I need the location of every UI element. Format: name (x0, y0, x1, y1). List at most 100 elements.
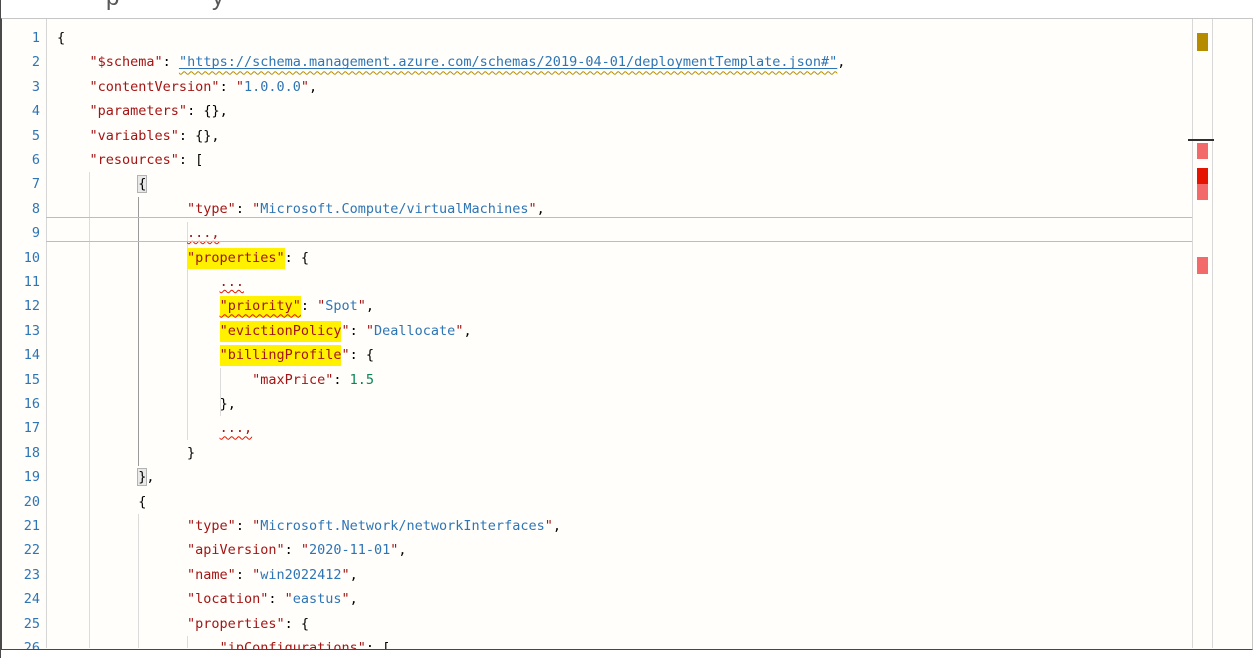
punctuation: : { (285, 250, 309, 266)
code-line[interactable]: 1{ (2, 26, 1252, 50)
code-line[interactable]: 15 "maxPrice": 1.5 (2, 368, 1252, 392)
indent-whitespace (57, 494, 138, 510)
ellipsis-error-token: ..., (187, 225, 220, 241)
code-line[interactable]: 10 "properties": { (2, 246, 1252, 270)
line-number[interactable]: 14 (2, 343, 40, 367)
indent-whitespace (57, 518, 187, 534)
punctuation: , (837, 54, 845, 70)
line-number[interactable]: 26 (2, 636, 40, 650)
line-number[interactable]: 2 (2, 50, 40, 74)
json-key: "apiVersion" (187, 542, 285, 558)
line-content: "ipConfigurations": [ (40, 640, 390, 650)
indent-whitespace (57, 274, 220, 290)
quote: " (285, 591, 293, 607)
code-line[interactable]: 5 "variables": {}, (2, 124, 1252, 148)
code-line[interactable]: 23 "name": "win2022412", (2, 563, 1252, 587)
line-number[interactable]: 11 (2, 270, 40, 294)
error-mark (1197, 184, 1208, 200)
indent-whitespace (57, 347, 220, 363)
line-number[interactable]: 21 (2, 514, 40, 538)
indent-whitespace (57, 469, 138, 485)
punctuation: : (163, 54, 179, 70)
indent-whitespace (57, 201, 187, 217)
code-line[interactable]: 17 ..., (2, 416, 1252, 440)
clipped-glyph-left: p (106, 0, 119, 12)
line-number[interactable]: 16 (2, 392, 40, 416)
line-number[interactable]: 24 (2, 587, 40, 611)
indent-whitespace (57, 591, 187, 607)
code-line[interactable]: 4 "parameters": {}, (2, 99, 1252, 123)
line-number[interactable]: 20 (2, 490, 40, 514)
json-key: " (341, 347, 349, 363)
punctuation: : [ (179, 152, 203, 168)
line-number[interactable]: 4 (2, 99, 40, 123)
code-line[interactable]: 20 { (2, 490, 1252, 514)
code-line[interactable]: 19 }, (2, 465, 1252, 489)
line-number[interactable]: 13 (2, 319, 40, 343)
overview-ruler-scrollbar[interactable] (1192, 19, 1250, 648)
line-content: "priority": "Spot", (40, 298, 374, 314)
punctuation: , (537, 201, 545, 217)
code-line[interactable]: 24 "location": "eastus", (2, 587, 1252, 611)
code-line[interactable]: 7 { (2, 172, 1252, 196)
code-line[interactable]: 21 "type": "Microsoft.Network/networkInt… (2, 514, 1252, 538)
line-number[interactable]: 5 (2, 124, 40, 148)
code-line[interactable]: 6 "resources": [ (2, 148, 1252, 172)
quote: " (252, 201, 260, 217)
indent-whitespace (57, 420, 220, 436)
code-line[interactable]: 13 "evictionPolicy": "Deallocate", (2, 319, 1252, 343)
indent-whitespace (57, 372, 252, 388)
line-content: { (40, 30, 65, 46)
punctuation: , (146, 469, 154, 485)
line-number[interactable]: 3 (2, 75, 40, 99)
code-line[interactable]: 25 "properties": { (2, 612, 1252, 636)
code-line[interactable]: 18 } (2, 441, 1252, 465)
punctuation: : { (350, 347, 374, 363)
code-line[interactable]: 11 ... (2, 270, 1252, 294)
punctuation: : (268, 591, 284, 607)
code-line[interactable]: 2 "$schema": "https://schema.management.… (2, 50, 1252, 74)
code-line[interactable]: 12 "priority": "Spot", (2, 294, 1252, 318)
line-number[interactable]: 22 (2, 538, 40, 562)
line-number[interactable]: 1 (2, 26, 40, 50)
indent-whitespace (57, 640, 220, 650)
json-number-value: 1.5 (350, 372, 374, 388)
code-line[interactable]: 16 }, (2, 392, 1252, 416)
code-line[interactable]: 14 "billingProfile": { (2, 343, 1252, 367)
line-number[interactable]: 9 (2, 221, 40, 245)
clipped-heading-text: p y (0, 0, 1254, 13)
line-number[interactable]: 19 (2, 465, 40, 489)
line-number[interactable]: 8 (2, 197, 40, 221)
indent-whitespace (57, 542, 187, 558)
code-line[interactable]: 3 "contentVersion": "1.0.0.0", (2, 75, 1252, 99)
highlighted-json-key-error: "priority" (220, 296, 301, 317)
line-content: ..., (40, 225, 220, 241)
line-number[interactable]: 7 (2, 172, 40, 196)
code-line[interactable]: 26 "ipConfigurations": [ (2, 636, 1252, 650)
line-content: "evictionPolicy": "Deallocate", (40, 323, 472, 339)
line-content: "type": "Microsoft.Compute/virtualMachin… (40, 201, 545, 217)
line-number[interactable]: 15 (2, 368, 40, 392)
indent-whitespace (57, 79, 90, 95)
line-number[interactable]: 12 (2, 294, 40, 318)
line-content: "apiVersion": "2020-11-01", (40, 542, 407, 558)
line-number[interactable]: 25 (2, 612, 40, 636)
line-number[interactable]: 23 (2, 563, 40, 587)
punctuation: : {}, (179, 128, 220, 144)
code-line[interactable]: 22 "apiVersion": "2020-11-01", (2, 538, 1252, 562)
quote: " (528, 201, 536, 217)
ruler-border (1212, 19, 1213, 648)
line-content: "resources": [ (40, 152, 203, 168)
line-number[interactable]: 6 (2, 148, 40, 172)
indent-whitespace (57, 298, 220, 314)
quote: " (236, 79, 244, 95)
indent-whitespace (57, 225, 187, 241)
line-number[interactable]: 17 (2, 416, 40, 440)
line-content: "properties": { (40, 616, 309, 632)
line-number[interactable]: 18 (2, 441, 40, 465)
punctuation: , (309, 79, 317, 95)
punctuation: : { (285, 616, 309, 632)
line-content: "contentVersion": "1.0.0.0", (40, 79, 317, 95)
line-number[interactable]: 10 (2, 246, 40, 270)
line-content: { (40, 494, 146, 510)
